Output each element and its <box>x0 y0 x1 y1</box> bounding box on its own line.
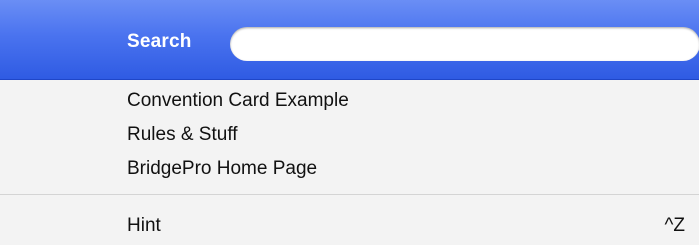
keyboard-shortcut: ^Z <box>664 215 685 236</box>
menu-item-bridgepro-home-page[interactable]: BridgePro Home Page <box>0 152 699 186</box>
search-label: Search <box>127 31 192 52</box>
search-input[interactable] <box>230 27 699 61</box>
search-row: Search <box>0 0 699 80</box>
help-menu: Search Convention Card Example Rules & S… <box>0 0 699 245</box>
menu-item-label: Rules & Stuff <box>127 124 238 145</box>
menu-items: Convention Card Example Rules & Stuff Br… <box>0 84 699 186</box>
menu-item-label: Hint <box>127 215 161 236</box>
menu-item-rules-and-stuff[interactable]: Rules & Stuff <box>0 118 699 152</box>
menu-separator <box>0 194 699 195</box>
menu-item-hint[interactable]: Hint ^Z <box>0 209 699 243</box>
menu-item-convention-card-example[interactable]: Convention Card Example <box>0 84 699 118</box>
menu-item-label: Convention Card Example <box>127 90 349 111</box>
menu-item-label: BridgePro Home Page <box>127 158 318 179</box>
